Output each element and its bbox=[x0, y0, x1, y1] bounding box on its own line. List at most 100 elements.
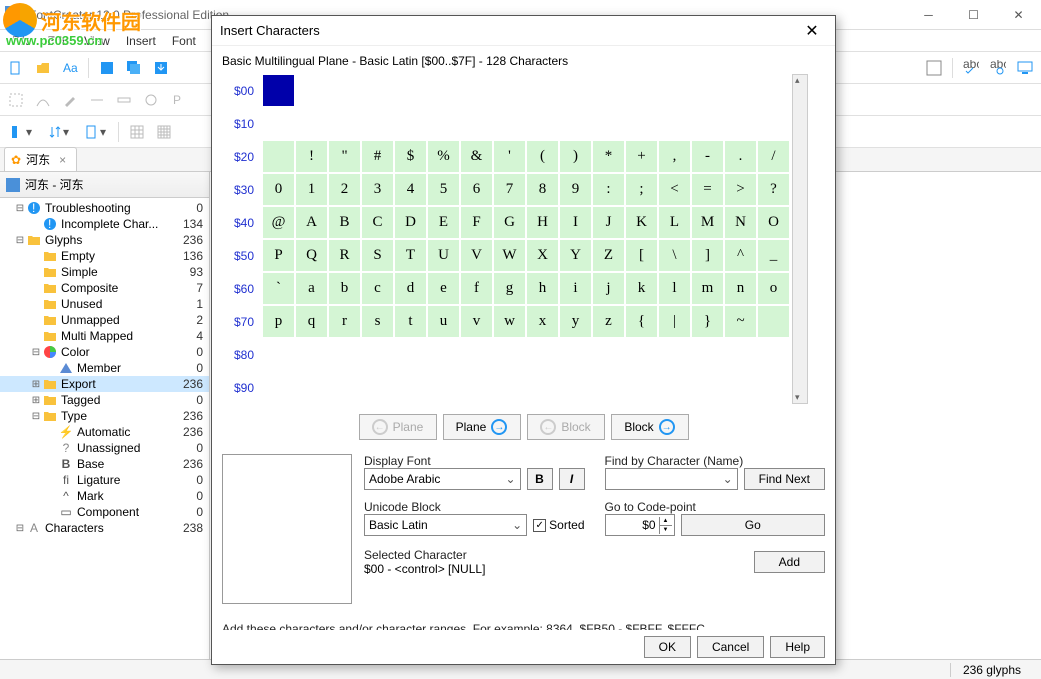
char-cell[interactable] bbox=[691, 74, 724, 107]
go-button[interactable]: Go bbox=[681, 514, 826, 536]
char-cell[interactable]: G bbox=[493, 206, 526, 239]
menu-view[interactable]: View bbox=[76, 32, 118, 50]
char-cell[interactable]: k bbox=[625, 272, 658, 305]
char-cell[interactable]: l bbox=[658, 272, 691, 305]
close-button[interactable]: ✕ bbox=[996, 0, 1041, 30]
char-cell[interactable]: 0 bbox=[262, 173, 295, 206]
sort-icon[interactable]: ▾ bbox=[41, 120, 75, 144]
monitor-icon[interactable] bbox=[1013, 56, 1037, 80]
menu-file[interactable]: File bbox=[4, 32, 39, 50]
char-cell[interactable]: h bbox=[526, 272, 559, 305]
close-tab-icon[interactable]: × bbox=[59, 153, 66, 167]
tree-item-unmapped[interactable]: Unmapped2 bbox=[0, 312, 209, 328]
char-cell[interactable]: e bbox=[427, 272, 460, 305]
tree-item-unused[interactable]: Unused1 bbox=[0, 296, 209, 312]
bold-button[interactable]: B bbox=[527, 468, 553, 490]
grid-3x3-icon[interactable] bbox=[125, 120, 149, 144]
char-cell[interactable] bbox=[625, 338, 658, 371]
find-input[interactable] bbox=[605, 468, 738, 490]
char-cell[interactable] bbox=[361, 74, 394, 107]
char-cell[interactable] bbox=[328, 371, 361, 404]
char-cell[interactable]: 3 bbox=[361, 173, 394, 206]
menu-font[interactable]: Font bbox=[164, 32, 204, 50]
char-cell[interactable]: B bbox=[328, 206, 361, 239]
char-cell[interactable]: . bbox=[724, 140, 757, 173]
char-cell[interactable] bbox=[493, 338, 526, 371]
char-cell[interactable]: Q bbox=[295, 239, 328, 272]
char-cell[interactable] bbox=[691, 371, 724, 404]
char-cell[interactable]: ( bbox=[526, 140, 559, 173]
document-tab[interactable]: ✿ 河东 × bbox=[4, 147, 77, 171]
char-cell[interactable]: I bbox=[559, 206, 592, 239]
char-cell[interactable] bbox=[460, 107, 493, 140]
char-cell[interactable]: ? bbox=[757, 173, 790, 206]
char-cell[interactable]: w bbox=[493, 305, 526, 338]
char-cell[interactable]: \ bbox=[658, 239, 691, 272]
char-cell[interactable] bbox=[757, 74, 790, 107]
maximize-button[interactable]: ☐ bbox=[951, 0, 996, 30]
char-cell[interactable]: 8 bbox=[526, 173, 559, 206]
char-cell[interactable]: ^ bbox=[724, 239, 757, 272]
char-cell[interactable]: p bbox=[262, 305, 295, 338]
cancel-button[interactable]: Cancel bbox=[697, 636, 764, 658]
char-cell[interactable]: f bbox=[460, 272, 493, 305]
char-cell[interactable] bbox=[757, 338, 790, 371]
block-prev-button[interactable]: ←Block bbox=[527, 414, 605, 440]
char-cell[interactable]: [ bbox=[625, 239, 658, 272]
char-cell[interactable] bbox=[493, 371, 526, 404]
char-cell[interactable] bbox=[724, 371, 757, 404]
char-cell[interactable]: U bbox=[427, 239, 460, 272]
char-cell[interactable]: | bbox=[658, 305, 691, 338]
char-cell[interactable] bbox=[295, 74, 328, 107]
char-cell[interactable] bbox=[361, 107, 394, 140]
grid-4x4-icon[interactable] bbox=[152, 120, 176, 144]
char-cell[interactable]: i bbox=[559, 272, 592, 305]
pen-icon[interactable] bbox=[58, 88, 82, 112]
tree-item-member[interactable]: Member0 bbox=[0, 360, 209, 376]
char-cell[interactable] bbox=[460, 371, 493, 404]
char-cell[interactable]: 7 bbox=[493, 173, 526, 206]
tree-item-glyphs[interactable]: ⊟Glyphs236 bbox=[0, 232, 209, 248]
char-cell[interactable] bbox=[559, 338, 592, 371]
ok-button[interactable]: OK bbox=[644, 636, 691, 658]
char-cell[interactable] bbox=[724, 338, 757, 371]
char-cell[interactable]: , bbox=[658, 140, 691, 173]
char-cell[interactable] bbox=[427, 107, 460, 140]
char-cell[interactable]: 9 bbox=[559, 173, 592, 206]
open-icon[interactable] bbox=[31, 56, 55, 80]
unicode-block-combo[interactable]: Basic Latin bbox=[364, 514, 527, 536]
char-cell[interactable]: D bbox=[394, 206, 427, 239]
char-cell[interactable] bbox=[559, 74, 592, 107]
char-cell[interactable] bbox=[526, 371, 559, 404]
char-cell[interactable]: V bbox=[460, 239, 493, 272]
minimize-button[interactable]: ─ bbox=[906, 0, 951, 30]
char-cell[interactable]: W bbox=[493, 239, 526, 272]
char-cell[interactable] bbox=[757, 371, 790, 404]
tree-item-automatic[interactable]: ⚡Automatic236 bbox=[0, 424, 209, 440]
add-button[interactable]: Add bbox=[754, 551, 825, 573]
tree-item-component[interactable]: ▭Component0 bbox=[0, 504, 209, 520]
char-cell[interactable] bbox=[295, 371, 328, 404]
plane-next-button[interactable]: Plane→ bbox=[443, 414, 521, 440]
char-cell[interactable] bbox=[427, 371, 460, 404]
char-cell[interactable]: " bbox=[328, 140, 361, 173]
grid-scrollbar[interactable] bbox=[792, 74, 808, 404]
char-cell[interactable]: c bbox=[361, 272, 394, 305]
tree-item-troubleshooting[interactable]: ⊟!Troubleshooting0 bbox=[0, 200, 209, 216]
char-cell[interactable]: > bbox=[724, 173, 757, 206]
tree-item-simple[interactable]: Simple93 bbox=[0, 264, 209, 280]
find-next-button[interactable]: Find Next bbox=[744, 468, 825, 490]
char-cell[interactable]: 2 bbox=[328, 173, 361, 206]
measure-icon[interactable] bbox=[112, 88, 136, 112]
char-cell[interactable] bbox=[625, 107, 658, 140]
char-cell[interactable]: d bbox=[394, 272, 427, 305]
char-cell[interactable] bbox=[691, 107, 724, 140]
char-cell[interactable]: F bbox=[460, 206, 493, 239]
tree-item-base[interactable]: BBase236 bbox=[0, 456, 209, 472]
tree-item-empty[interactable]: Empty136 bbox=[0, 248, 209, 264]
tree-item-composite[interactable]: Composite7 bbox=[0, 280, 209, 296]
char-cell[interactable] bbox=[262, 74, 295, 107]
menu-edit[interactable]: Edit bbox=[39, 32, 76, 50]
block-next-button[interactable]: Block→ bbox=[611, 414, 689, 440]
help-button[interactable]: Help bbox=[770, 636, 825, 658]
